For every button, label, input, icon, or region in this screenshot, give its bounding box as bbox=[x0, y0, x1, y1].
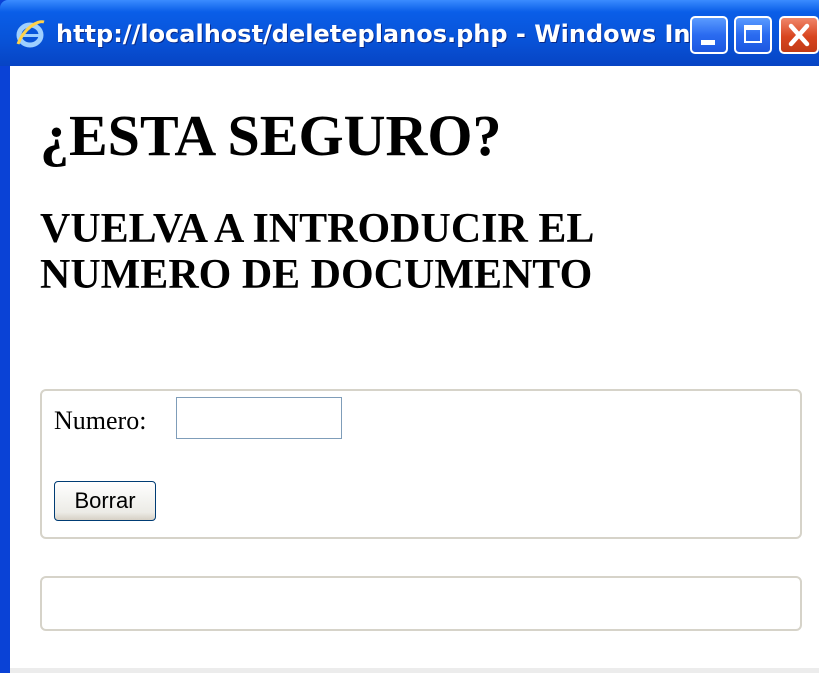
maximize-button[interactable] bbox=[734, 16, 772, 54]
page-subheading: VUELVA A INTRODUCIR EL NUMERO DE DOCUMEN… bbox=[40, 206, 593, 298]
page-content: ¿ESTA SEGURO? VUELVA A INTRODUCIR EL NUM… bbox=[10, 66, 819, 673]
delete-form-fieldset: Numero: Borrar bbox=[40, 389, 802, 539]
status-strip bbox=[10, 668, 819, 673]
window-title: http://localhost/deleteplanos.php - Wind… bbox=[56, 20, 718, 48]
page-heading: ¿ESTA SEGURO? bbox=[40, 103, 502, 168]
borrar-button[interactable]: Borrar bbox=[54, 481, 156, 521]
numero-input[interactable] bbox=[176, 397, 342, 439]
close-button[interactable] bbox=[779, 16, 819, 54]
internet-explorer-icon bbox=[14, 18, 46, 50]
minimize-button[interactable] bbox=[690, 16, 728, 54]
title-bar[interactable]: http://localhost/deleteplanos.php - Wind… bbox=[0, 0, 819, 66]
close-icon bbox=[788, 23, 810, 47]
browser-window: http://localhost/deleteplanos.php - Wind… bbox=[0, 0, 819, 673]
numero-label: Numero: bbox=[54, 406, 147, 435]
result-fieldset bbox=[40, 576, 802, 631]
